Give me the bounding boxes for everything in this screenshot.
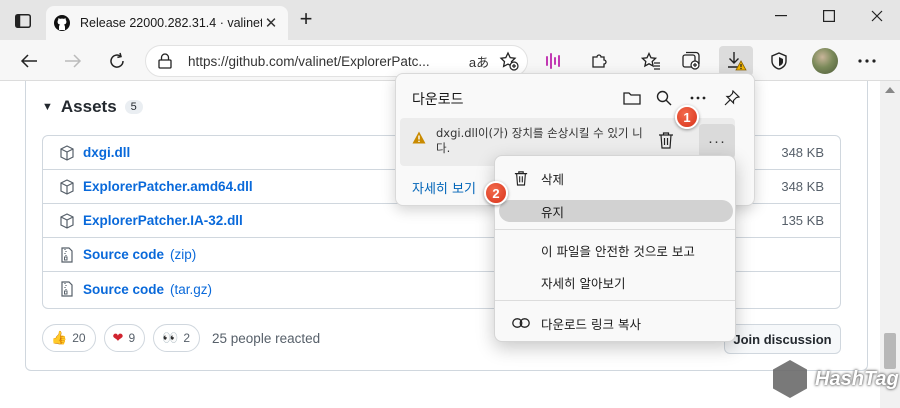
watermark-hex-icon xyxy=(773,360,807,398)
download-context-menu: 삭제 유지 이 파일을 안전한 것으로 보고 자세히 알아보기 다운로드 링크 … xyxy=(494,155,736,342)
new-tab-button[interactable]: + xyxy=(294,8,318,32)
step-badge-1: 1 xyxy=(675,105,699,129)
menu-divider xyxy=(495,229,735,230)
menu-item-label: 삭제 xyxy=(541,171,565,187)
eyes-icon: 👀 xyxy=(162,330,179,345)
file-zip-icon xyxy=(59,281,75,297)
asset-size: 348 KB xyxy=(781,145,824,160)
lock-icon[interactable] xyxy=(158,53,174,69)
warning-icon xyxy=(412,131,426,149)
link-icon xyxy=(509,318,533,328)
file-zip-icon xyxy=(59,246,75,263)
heart-icon: ❤ xyxy=(112,330,124,345)
asset-name[interactable]: ExplorerPatcher.amd64.dll xyxy=(83,179,253,194)
reactions-bar: 👍 20 ❤ 9 👀 2 25 people reacted xyxy=(42,324,320,352)
add-favorite-icon[interactable] xyxy=(497,51,521,71)
menu-divider xyxy=(495,300,735,301)
minimize-icon[interactable] xyxy=(758,4,804,28)
trash-icon[interactable] xyxy=(658,131,674,154)
package-icon xyxy=(59,178,75,195)
watermark-text: HashTag xyxy=(815,367,899,390)
refresh-icon[interactable] xyxy=(102,46,132,76)
people-reacted-text: 25 people reacted xyxy=(212,330,321,346)
step-badge-2: 2 xyxy=(484,181,508,205)
shield-icon[interactable] xyxy=(764,46,794,76)
asset-size: 348 KB xyxy=(781,179,824,194)
trash-icon xyxy=(509,170,533,186)
tab-title: Release 22000.282.31.4 · valinet/E xyxy=(80,16,262,30)
downloads-warning-icon[interactable] xyxy=(719,46,753,76)
folder-icon[interactable] xyxy=(620,86,644,110)
caret-down-icon[interactable]: ▼ xyxy=(42,101,53,113)
menu-item-label: 다운로드 링크 복사 xyxy=(541,316,641,332)
menu-item-copy-link[interactable]: 다운로드 링크 복사 xyxy=(499,312,733,334)
package-icon xyxy=(59,144,75,161)
collections-icon[interactable] xyxy=(676,46,706,76)
github-favicon xyxy=(54,15,70,31)
assets-title: Assets xyxy=(60,97,117,116)
read-aloud-icon[interactable]: aあ xyxy=(467,52,491,71)
forward-icon[interactable] xyxy=(58,46,88,76)
assets-count-badge: 5 xyxy=(124,100,143,114)
tab-actions-icon[interactable] xyxy=(10,9,36,33)
avatar[interactable] xyxy=(812,48,838,74)
more-actions-button[interactable]: ··· xyxy=(699,124,735,158)
maximize-icon[interactable] xyxy=(806,4,852,28)
page-scrollbar[interactable] xyxy=(880,81,900,408)
reaction-count: 9 xyxy=(128,331,136,345)
active-tab[interactable]: Release 22000.282.31.4 · valinet/E ✕ xyxy=(46,6,288,40)
tab-strip: Release 22000.282.31.4 · valinet/E ✕ + xyxy=(0,0,900,40)
see-more-link[interactable]: 자세히 보기 xyxy=(412,178,476,197)
puzzle-icon[interactable] xyxy=(584,46,614,76)
tab-close-icon[interactable]: ✕ xyxy=(262,14,280,32)
menu-item-delete[interactable]: 삭제 xyxy=(499,167,733,189)
package-icon xyxy=(59,212,75,229)
reaction-count: 2 xyxy=(183,331,191,345)
reaction-eyes[interactable]: 👀 2 xyxy=(153,324,201,352)
menu-item-learn-more[interactable]: 자세히 알아보기 xyxy=(499,271,733,293)
thumbs-up-icon: 👍 xyxy=(51,330,68,345)
reaction-count: 20 xyxy=(72,331,86,345)
close-icon[interactable] xyxy=(854,4,900,28)
reaction-thumbs-up[interactable]: 👍 20 xyxy=(42,324,96,352)
asset-name[interactable]: dxgi.dll xyxy=(83,145,130,160)
favorites-icon[interactable] xyxy=(636,46,666,76)
downloads-title: 다운로드 xyxy=(412,92,464,108)
scroll-up-icon[interactable] xyxy=(885,87,895,93)
pin-icon[interactable] xyxy=(720,86,744,110)
join-discussion-button[interactable]: Join discussion xyxy=(724,324,841,354)
download-warning-text: dxgi.dll이(가) 장치를 손상시킬 수 있기 니다. xyxy=(436,126,643,155)
back-icon[interactable] xyxy=(14,46,44,76)
asset-format[interactable]: (tar.gz) xyxy=(170,282,212,297)
menu-item-report-safe[interactable]: 이 파일을 안전한 것으로 보고 xyxy=(499,239,733,261)
menu-item-keep[interactable]: 유지 xyxy=(499,200,733,222)
search-icon[interactable] xyxy=(652,86,676,110)
menu-item-label: 자세히 알아보기 xyxy=(541,275,626,291)
more-icon[interactable] xyxy=(852,46,882,76)
asset-name[interactable]: ExplorerPatcher.IA-32.dll xyxy=(83,213,243,228)
watermark-logo: HashTag xyxy=(773,360,899,398)
extension-icon[interactable] xyxy=(538,46,568,76)
asset-name[interactable]: Source code xyxy=(83,282,164,297)
address-url[interactable]: https://github.com/valinet/ExplorerPatc.… xyxy=(188,54,467,69)
menu-item-label: 유지 xyxy=(541,204,565,220)
asset-format[interactable]: (zip) xyxy=(170,247,196,262)
reaction-heart[interactable]: ❤ 9 xyxy=(103,324,146,352)
asset-size: 135 KB xyxy=(781,213,824,228)
asset-name[interactable]: Source code xyxy=(83,247,164,262)
menu-item-label: 이 파일을 안전한 것으로 보고 xyxy=(541,243,695,259)
assets-header[interactable]: ▼ Assets 5 xyxy=(42,97,143,117)
